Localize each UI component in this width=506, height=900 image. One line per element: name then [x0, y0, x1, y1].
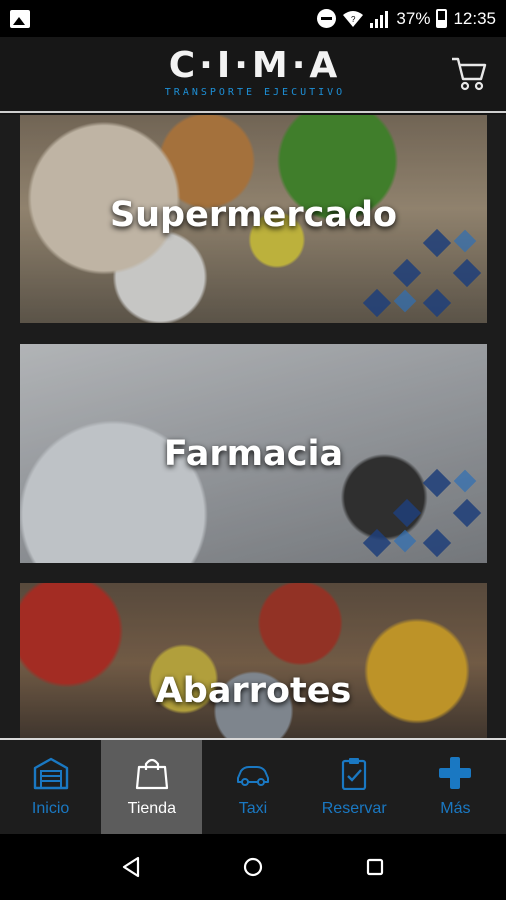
tab-label: Tienda — [127, 800, 176, 817]
home-button[interactable] — [238, 852, 268, 882]
category-list: Supermercado Farmacia Abarrotes — [0, 115, 506, 738]
tab-label: Inicio — [31, 800, 70, 817]
category-title: Supermercado — [109, 195, 398, 235]
recents-button[interactable] — [360, 852, 390, 882]
tab-reservar[interactable]: Reservar — [304, 740, 405, 834]
tab-label: Más — [440, 800, 471, 817]
back-button[interactable] — [116, 852, 146, 882]
tab-label: Taxi — [238, 800, 268, 817]
tab-mas[interactable]: Más — [405, 740, 506, 834]
garage-icon — [33, 757, 68, 790]
category-title: Farmacia — [163, 434, 344, 474]
bottom-tab-bar: Inicio Tienda Taxi Reservar Más — [0, 738, 506, 834]
cart-button[interactable] — [450, 53, 488, 93]
recents-square-icon — [366, 858, 384, 876]
battery-percentage: 37% — [396, 8, 431, 28]
shopping-cart-icon — [452, 57, 487, 91]
home-circle-icon — [243, 857, 263, 877]
tab-label: Reservar — [321, 800, 387, 817]
diamond-pattern-decoration — [362, 468, 482, 558]
car-icon — [237, 766, 269, 786]
logo-tagline: TRANSPORTE EJECUTIVO — [164, 87, 346, 98]
tab-inicio[interactable]: Inicio — [0, 740, 101, 834]
clipboard-check-icon — [342, 758, 367, 790]
wifi-icon: ? — [342, 10, 364, 28]
tab-taxi[interactable]: Taxi — [202, 740, 303, 834]
gallery-notification-icon — [10, 9, 30, 28]
plus-icon — [439, 757, 472, 789]
category-card-farmacia[interactable]: Farmacia — [20, 344, 487, 563]
category-title: Abarrotes — [155, 671, 352, 711]
app-header: C·I·M·A TRANSPORTE EJECUTIVO — [0, 37, 506, 113]
status-bar: ? 37% 12:35 — [0, 0, 506, 37]
cell-signal-icon — [370, 10, 390, 28]
battery-icon — [436, 9, 448, 28]
cima-logo: C·I·M·A TRANSPORTE EJECUTIVO — [160, 45, 350, 99]
system-navigation-bar — [0, 834, 506, 900]
shopping-bag-icon — [135, 758, 168, 790]
tab-tienda[interactable]: Tienda — [101, 740, 203, 834]
logo-wordmark: C·I·M·A — [168, 45, 342, 86]
category-card-abarrotes[interactable]: Abarrotes — [20, 583, 487, 738]
do-not-disturb-icon — [317, 9, 337, 28]
app-screen: ? 37% 12:35 C·I·M·A TRANSPORTE EJECUTIVO — [0, 0, 506, 900]
category-card-supermercado[interactable]: Supermercado — [20, 115, 487, 323]
back-triangle-icon — [122, 856, 140, 878]
clock: 12:35 — [453, 8, 496, 28]
diamond-pattern-decoration — [362, 228, 482, 318]
svg-text:?: ? — [351, 15, 356, 24]
